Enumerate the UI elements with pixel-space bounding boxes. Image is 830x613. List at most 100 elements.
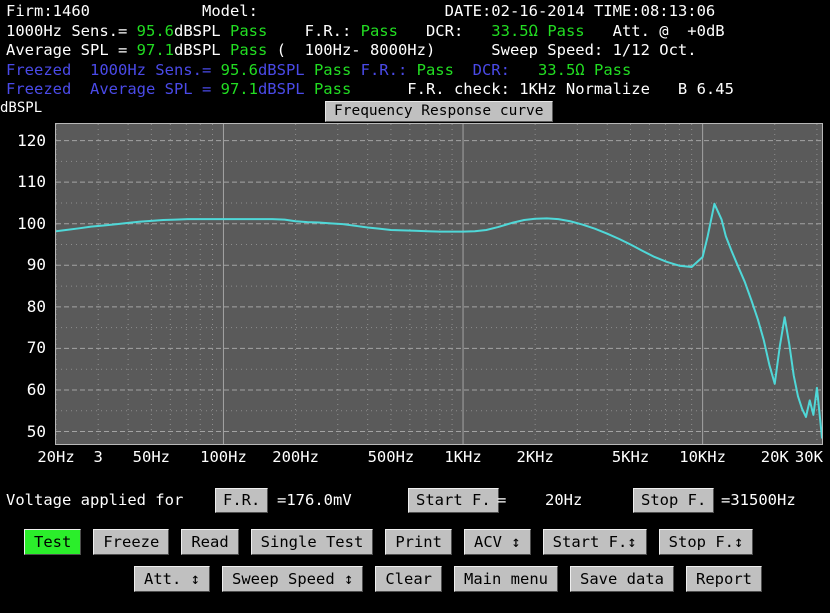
button-stop-f[interactable]: Stop F.↕ [659, 529, 754, 555]
button-att[interactable]: Att. ↕ [134, 566, 210, 592]
status-text [585, 2, 594, 20]
status-text: 95.6 [221, 61, 258, 79]
status-text: Att. @ +0dB [585, 22, 725, 40]
start-frequency-equals: = [497, 488, 506, 512]
status-text: F.R.: [267, 22, 360, 40]
x-tick-label: 30K [795, 448, 823, 466]
status-text: Pass [594, 61, 631, 79]
y-tick-label: 110 [17, 174, 46, 190]
status-text: F.R. check: 1KHz Normalize B 6.45 [351, 80, 734, 98]
plot-area [55, 123, 823, 445]
status-text: dBSPL [174, 41, 230, 59]
status-text: Pass [361, 22, 398, 40]
voltage-label: Voltage applied for [6, 488, 183, 512]
fr-value: =176.0mV [277, 488, 352, 512]
status-text: Pass [230, 41, 267, 59]
y-tick-label: 120 [17, 133, 46, 149]
x-tick-label: 500Hz [368, 448, 415, 466]
parameter-row: Voltage applied for F.R. =176.0mV Start … [0, 488, 830, 516]
button-row-secondary: Att. ↕ Sweep Speed ↕ Clear Main menu Save da… [0, 565, 830, 593]
y-tick-label: 90 [27, 257, 46, 273]
status-text: 97.1 [137, 41, 174, 59]
start-frequency-button[interactable]: Start F. [408, 488, 499, 513]
y-tick-label: 50 [27, 424, 46, 440]
status-line-3: Average SPL = 97.1dBSPL Pass ( 100Hz- 80… [0, 41, 830, 61]
status-text [454, 61, 473, 79]
application-window: Firm:1460 Model: DATE:02-16-2014 TIME:08… [0, 0, 830, 613]
status-text: DCR: [398, 22, 491, 40]
status-text: Firm:1460 [6, 2, 90, 20]
y-axis-tick-labels: 50 60 70 80 90 100 110 120 [0, 123, 50, 445]
status-text: F.R.: [361, 61, 417, 79]
chart-title: Frequency Response curve [325, 101, 553, 122]
chart-svg [56, 124, 822, 444]
x-tick-label: 10KHz [679, 448, 726, 466]
x-tick-label: 5KHz [612, 448, 649, 466]
status-text: 33.5Ω [491, 22, 538, 40]
status-text [90, 2, 202, 20]
status-text: TIME:08:13:06 [594, 2, 715, 20]
x-tick-label: 1KHz [444, 448, 481, 466]
status-text [258, 2, 445, 20]
x-tick-label: 100Hz [200, 448, 247, 466]
status-text: dBSPL [174, 22, 230, 40]
status-line-1: Firm:1460 Model: DATE:02-16-2014 TIME:08… [0, 2, 830, 22]
y-tick-label: 80 [27, 299, 46, 315]
status-text: Model: [202, 2, 258, 20]
button-single-test[interactable]: Single Test [251, 529, 374, 555]
stop-frequency-value: =31500Hz [721, 488, 796, 512]
button-row-primary: Test Freeze Read Single Test Print ACV ↕ Start… [0, 528, 830, 556]
x-axis-tick-labels: 20Hz 3 50Hz 100Hz 200Hz 500Hz 1KHz 2KHz 5KHz 10KH… [0, 448, 830, 472]
button-read[interactable]: Read [181, 529, 238, 555]
status-line-4: Freezed 1000Hz Sens.= 95.6dBSPL Pass F.R… [0, 61, 830, 81]
y-tick-label: 70 [27, 340, 46, 356]
status-text: dBSPL [258, 80, 314, 98]
response-curve [56, 204, 822, 438]
x-tick-label: 50Hz [133, 448, 170, 466]
y-axis-title: dBSPL [0, 100, 42, 116]
status-text: 33.5Ω [538, 61, 585, 79]
y-tick-label: 60 [27, 382, 46, 398]
stop-frequency-button[interactable]: Stop F. [633, 488, 714, 513]
status-text: Freezed 1000Hz Sens.= [6, 61, 221, 79]
button-print[interactable]: Print [385, 529, 452, 555]
button-save-data[interactable]: Save data [570, 566, 674, 592]
button-freeze[interactable]: Freeze [93, 529, 169, 555]
status-text: Average SPL = [6, 41, 137, 59]
status-line-5: Freezed Average SPL = 97.1dBSPL Pass F.R… [0, 80, 830, 100]
status-text: Pass [230, 22, 267, 40]
fr-button[interactable]: F.R. [215, 488, 268, 513]
frequency-response-chart: dBSPL Frequency Response curve 50 60 70 80 9… [0, 100, 830, 470]
button-main-menu[interactable]: Main menu [454, 566, 558, 592]
status-text [351, 61, 360, 79]
status-text: 1000Hz Sens.= [6, 22, 137, 40]
status-text: dBSPL [258, 61, 314, 79]
status-text: ( 100Hz- 8000Hz) [267, 41, 435, 59]
status-text: Sweep Speed: 1/12 Oct. [435, 41, 696, 59]
status-line-2: 1000Hz Sens.= 95.6dBSPL Pass F.R.: Pass … [0, 22, 830, 42]
x-tick-label: 20Hz [37, 448, 74, 466]
button-clear[interactable]: Clear [375, 566, 442, 592]
status-text: DATE:02-16-2014 [445, 2, 585, 20]
x-tick-label: 200Hz [272, 448, 319, 466]
status-text: 95.6 [137, 22, 174, 40]
status-text: Pass [547, 22, 584, 40]
button-test[interactable]: Test [24, 529, 81, 555]
button-sweep-speed[interactable]: Sweep Speed ↕ [222, 566, 363, 592]
button-acv[interactable]: ACV ↕ [464, 529, 531, 555]
button-start-f[interactable]: Start F.↕ [543, 529, 647, 555]
status-header: Firm:1460 Model: DATE:02-16-2014 TIME:08… [0, 0, 830, 100]
status-text: Freezed Average SPL = [6, 80, 221, 98]
status-text [585, 61, 594, 79]
status-text: Pass [314, 80, 351, 98]
status-text: 97.1 [221, 80, 258, 98]
x-tick-label: 3 [94, 448, 103, 466]
y-tick-label: 100 [17, 216, 46, 232]
x-tick-label: 20K [761, 448, 789, 466]
start-frequency-value: 20Hz [545, 488, 582, 512]
status-text: DCR: [473, 61, 538, 79]
status-text: Pass [314, 61, 351, 79]
x-tick-label: 2KHz [516, 448, 553, 466]
button-report[interactable]: Report [686, 566, 762, 592]
status-text: Pass [417, 61, 454, 79]
